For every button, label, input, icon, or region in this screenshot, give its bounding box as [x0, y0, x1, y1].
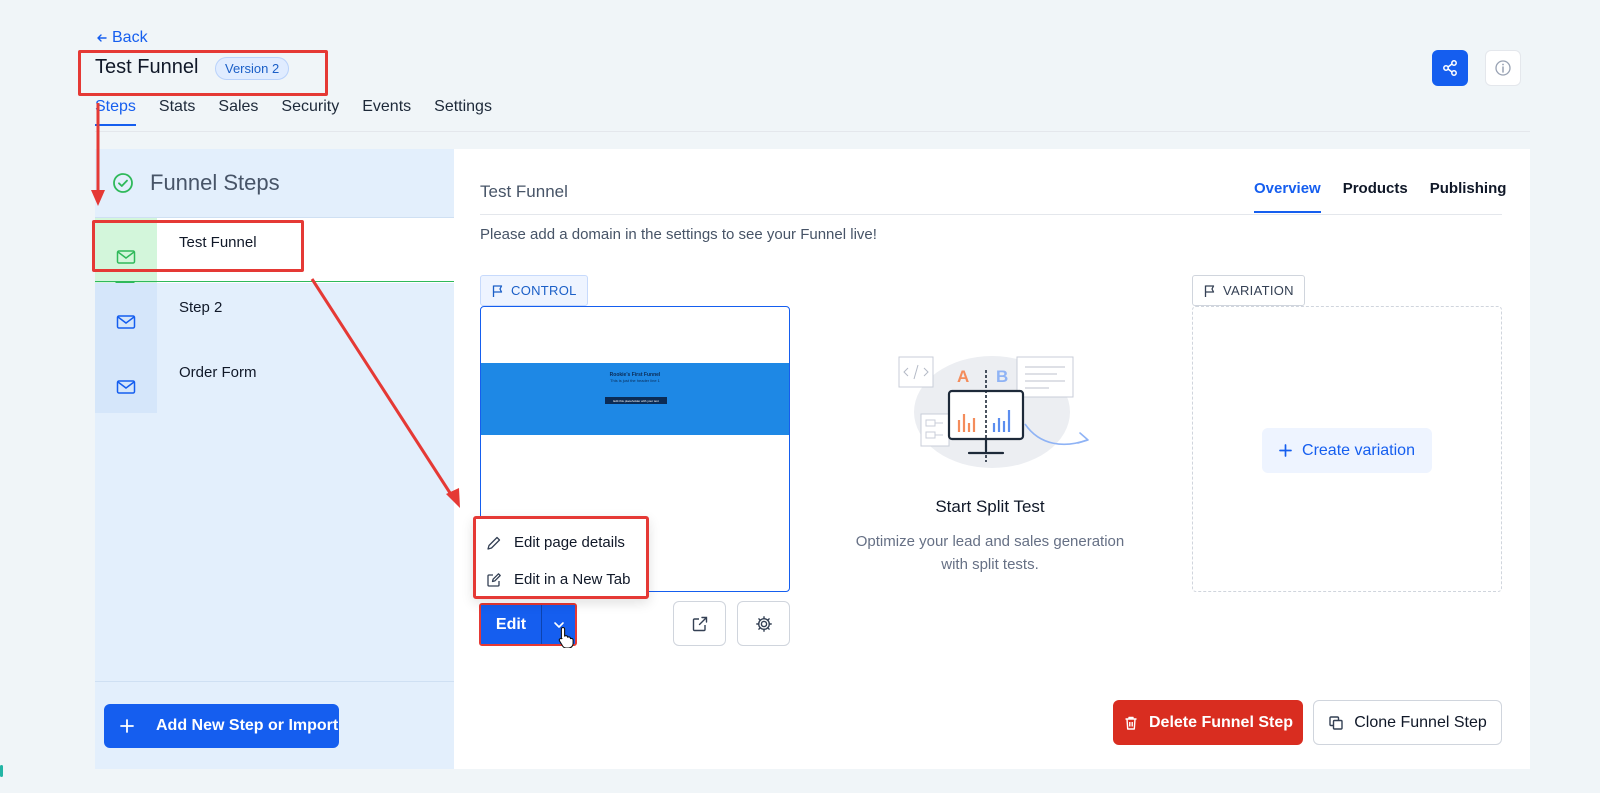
- copy-icon: [1328, 715, 1344, 731]
- tab-security[interactable]: Security: [281, 98, 339, 126]
- create-variation-button[interactable]: Create variation: [1262, 428, 1432, 473]
- share-button[interactable]: [1432, 50, 1468, 86]
- sidebar-header: Funnel Steps: [95, 149, 454, 218]
- arrow-left-icon: [96, 32, 108, 44]
- illustration-letter-a: A: [957, 367, 969, 386]
- mail-icon: [116, 379, 136, 395]
- sidebar-title: Funnel Steps: [150, 170, 280, 195]
- control-badge-label: CONTROL: [511, 283, 577, 298]
- sidebar-divider: [95, 681, 454, 682]
- control-badge: CONTROL: [480, 275, 588, 306]
- share-icon: [1441, 59, 1459, 77]
- preview-banner: Rookie's First Funnel This is just the h…: [481, 363, 789, 435]
- info-button[interactable]: [1485, 50, 1521, 86]
- trash-icon: [1123, 715, 1139, 731]
- preview-subline: This is just the header line 1: [610, 378, 660, 383]
- add-step-label: Add New Step or Import: [156, 717, 339, 734]
- edge-indicator: [0, 765, 3, 777]
- tab-overview[interactable]: Overview: [1254, 180, 1321, 213]
- mail-icon: [116, 314, 136, 330]
- step-label: Step 2: [179, 299, 223, 316]
- create-variation-label: Create variation: [1302, 441, 1415, 459]
- edit-square-icon: [486, 572, 502, 588]
- active-step-indicator: [95, 281, 454, 282]
- step-label: Order Form: [179, 364, 257, 381]
- tab-stats[interactable]: Stats: [159, 98, 195, 126]
- annotation-highlight-step: [92, 220, 304, 272]
- external-link-icon: [691, 615, 709, 633]
- domain-notice: Please add a domain in the settings to s…: [480, 226, 877, 243]
- tabs-divider: [480, 214, 1502, 215]
- tab-products[interactable]: Products: [1343, 180, 1408, 213]
- clone-label: Clone Funnel Step: [1354, 713, 1487, 731]
- edit-button[interactable]: Edit: [481, 605, 542, 644]
- step-title: Test Funnel: [480, 182, 568, 201]
- flag-icon: [491, 284, 505, 298]
- edit-new-tab-label: Edit in a New Tab: [514, 571, 631, 588]
- step-tabs: Overview Products Publishing: [1254, 180, 1506, 213]
- step-item-step-2[interactable]: Step 2: [95, 283, 454, 348]
- variation-badge-label: VARIATION: [1223, 283, 1294, 298]
- tab-publishing[interactable]: Publishing: [1430, 180, 1507, 213]
- open-page-button[interactable]: [673, 601, 726, 646]
- add-step-button[interactable]: Add New Step or Import: [104, 704, 339, 748]
- gear-icon: [755, 615, 773, 633]
- step-item-order-form[interactable]: Order Form: [95, 348, 454, 413]
- split-test-title: Start Split Test: [935, 497, 1045, 516]
- page-settings-button[interactable]: [737, 601, 790, 646]
- edit-dropdown-menu: Edit page details Edit in a New Tab: [473, 516, 649, 599]
- split-test-subtitle-line-2: with split tests.: [941, 556, 1039, 573]
- edit-new-tab-item[interactable]: Edit in a New Tab: [476, 561, 646, 598]
- delete-label: Delete Funnel Step: [1148, 713, 1294, 731]
- split-test-illustration: A B: [895, 352, 1105, 480]
- edit-page-details-item[interactable]: Edit page details: [476, 524, 646, 561]
- tab-steps[interactable]: Steps: [95, 98, 136, 126]
- funnel-tabs: Steps Stats Sales Security Events Settin…: [95, 98, 515, 126]
- flag-icon: [1203, 284, 1217, 298]
- plus-icon: [120, 719, 134, 733]
- tab-events[interactable]: Events: [362, 98, 411, 126]
- pencil-icon: [486, 535, 502, 551]
- header-divider: [95, 131, 1530, 132]
- tab-settings[interactable]: Settings: [434, 98, 492, 126]
- check-circle-icon: [112, 172, 134, 194]
- split-test-subtitle-line-1: Optimize your lead and sales generation: [855, 533, 1125, 550]
- annotation-highlight-title: [78, 50, 328, 96]
- tab-sales[interactable]: Sales: [218, 98, 258, 126]
- plus-icon: [1279, 444, 1292, 457]
- illustration-letter-b: B: [996, 367, 1008, 386]
- back-link[interactable]: Back: [96, 29, 148, 47]
- split-test-subtitle: Optimize your lead and sales generation …: [830, 530, 1150, 576]
- edit-page-details-label: Edit page details: [514, 534, 625, 551]
- info-icon: [1494, 59, 1512, 77]
- delete-funnel-step-button[interactable]: Delete Funnel Step: [1113, 700, 1303, 745]
- variation-badge: VARIATION: [1192, 275, 1305, 306]
- back-link-label: Back: [112, 29, 148, 46]
- pointer-cursor-icon: [558, 626, 576, 648]
- preview-cta: Edit this placeholder with your text: [605, 397, 667, 404]
- clone-funnel-step-button[interactable]: Clone Funnel Step: [1313, 700, 1502, 745]
